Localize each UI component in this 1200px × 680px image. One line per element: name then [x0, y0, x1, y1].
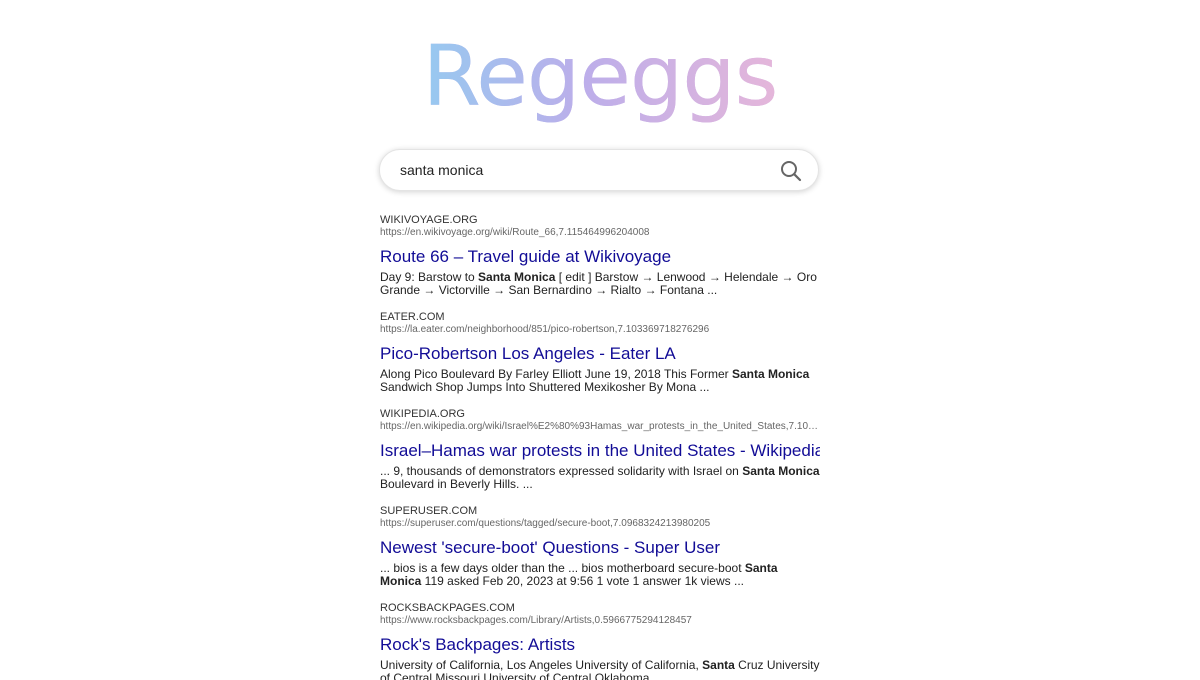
snippet-text: University of California, Los Angeles Un…: [380, 658, 703, 672]
snippet-text: Boulevard in Beverly Hills. ...: [380, 477, 533, 491]
result-snippet: Day 9: Barstow to Santa Monica [ edit ] …: [380, 271, 820, 297]
result-item: WIKIPEDIA.ORG https://en.wikipedia.org/w…: [380, 408, 820, 505]
result-domain: EATER.COM: [380, 311, 445, 323]
result-title-link[interactable]: Rock's Backpages: Artists: [380, 634, 820, 656]
result-snippet: University of California, Los Angeles Un…: [380, 659, 820, 680]
result-title-link[interactable]: Route 66 – Travel guide at Wikivoyage: [380, 246, 820, 268]
result-url: https://en.wikivoyage.org/wiki/Route_66,…: [380, 227, 650, 238]
result-url: https://la.eater.com/neighborhood/851/pi…: [380, 324, 710, 335]
logo-text: Regeggs: [422, 27, 779, 125]
result-domain: WIKIVOYAGE.ORG: [380, 214, 478, 226]
result-item: WIKIVOYAGE.ORG https://en.wikivoyage.org…: [380, 214, 820, 311]
result-domain: ROCKSBACKPAGES.COM: [380, 602, 515, 614]
result-title-link[interactable]: Newest 'secure-boot' Questions - Super U…: [380, 537, 820, 559]
search-results-page: Regeggs WIKIVOYAGE.ORG https://en.wikivo…: [0, 0, 1200, 680]
snippet-highlight: Santa: [702, 658, 735, 672]
results-list: WIKIVOYAGE.ORG https://en.wikivoyage.org…: [380, 214, 820, 680]
search-icon[interactable]: [780, 160, 802, 182]
result-domain: SUPERUSER.COM: [380, 505, 478, 517]
snippet-highlight: Santa Monica: [478, 270, 556, 284]
search-bar[interactable]: [379, 149, 819, 191]
snippet-highlight: Santa Monica: [742, 464, 820, 478]
result-snippet: ... 9, thousands of demonstrators expres…: [380, 465, 820, 491]
result-title-link[interactable]: Israel–Hamas war protests in the United …: [380, 440, 820, 462]
result-item: SUPERUSER.COM https://superuser.com/ques…: [380, 505, 820, 602]
snippet-text: 119 asked Feb 20, 2023 at 9:56 1 vote 1 …: [421, 574, 744, 588]
result-url: https://superuser.com/questions/tagged/s…: [380, 518, 711, 529]
snippet-text: ... 9, thousands of demonstrators expres…: [380, 464, 743, 478]
result-domain: WIKIPEDIA.ORG: [380, 408, 465, 420]
snippet-text: ... bios is a few days older than the ..…: [380, 561, 745, 575]
result-item: EATER.COM https://la.eater.com/neighborh…: [380, 311, 820, 408]
result-item: ROCKSBACKPAGES.COM https://www.rocksback…: [380, 602, 820, 680]
logo[interactable]: Regeggs: [0, 28, 1200, 124]
snippet-text: Sandwich Shop Jumps Into Shuttered Mexik…: [380, 380, 710, 394]
result-url: https://www.rocksbackpages.com/Library/A…: [380, 615, 692, 626]
search-input[interactable]: [400, 150, 770, 190]
result-snippet: Along Pico Boulevard By Farley Elliott J…: [380, 368, 820, 394]
snippet-text: Day 9: Barstow to: [380, 270, 479, 284]
snippet-text: Along Pico Boulevard By Farley Elliott J…: [380, 367, 732, 381]
result-snippet: ... bios is a few days older than the ..…: [380, 562, 820, 588]
result-title-link[interactable]: Pico-Robertson Los Angeles - Eater LA: [380, 343, 820, 365]
result-url: https://en.wikipedia.org/wiki/Israel%E2%…: [380, 421, 820, 432]
snippet-highlight: Santa Monica: [731, 367, 810, 381]
